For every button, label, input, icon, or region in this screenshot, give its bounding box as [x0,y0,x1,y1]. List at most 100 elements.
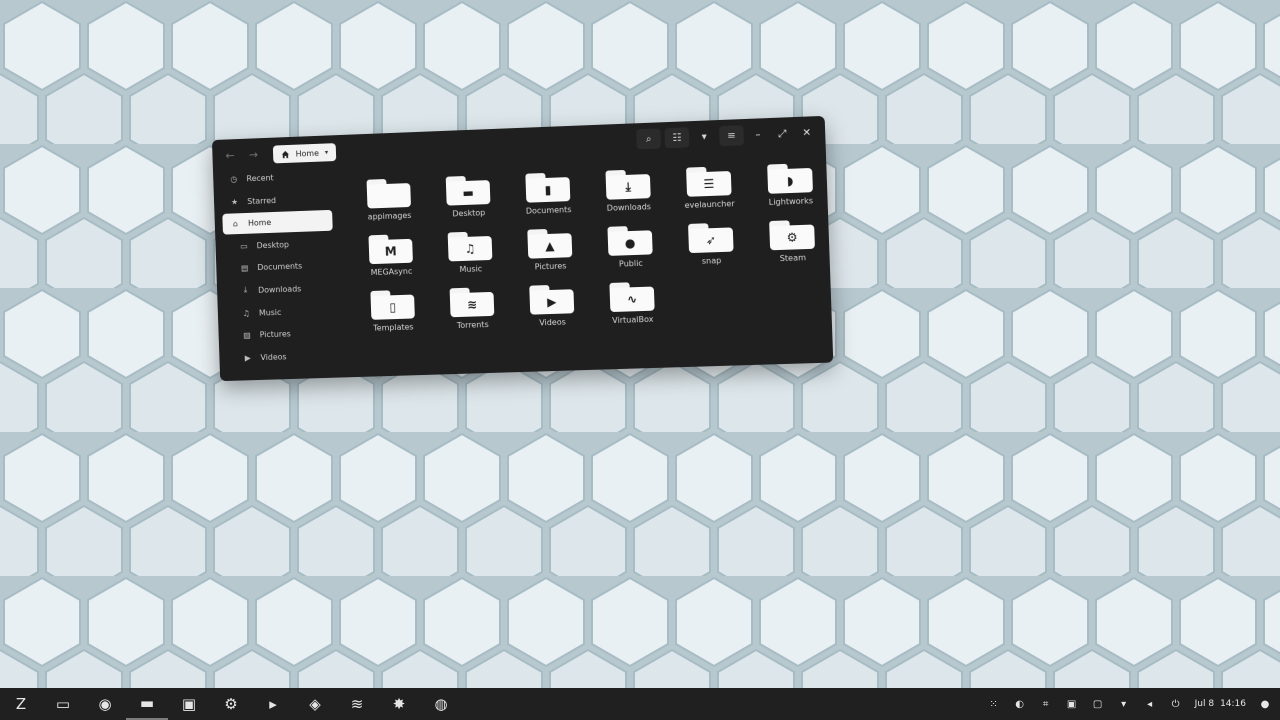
system-tray: ⁙ ◐ ⌗ ▣ ▢ ▾ ◂ ⏻ Jul 8 14:16 ● [987,688,1272,720]
folder-label: Torrents [456,320,489,331]
volume-icon[interactable]: ◂ [1143,699,1157,710]
folder-item-virtualbox[interactable]: ∿ VirtualBox [591,281,673,340]
clock-icon: ◷ [230,174,238,184]
sidebar-item-home[interactable]: ⌂ Home [222,210,333,235]
sidebar-item-pictures[interactable]: ▨ Pictures [226,322,337,346]
folder-item-pictures[interactable]: ▲ Pictures [509,227,591,286]
maximize-button[interactable]: ⤢ [772,123,793,144]
folder-label: MEGAsync [370,266,413,278]
location-breadcrumb[interactable]: Home ▾ [272,143,337,164]
sidebar-item-desktop[interactable]: ▭ Desktop [223,232,333,257]
documents-folder-icon: ▮ [525,172,571,204]
power-icon[interactable]: ⏻ [1169,699,1183,710]
screen-icon[interactable]: ▢ [1091,699,1105,710]
folder-label: Videos [539,317,567,328]
folder-label: Downloads [606,202,652,213]
folder-icon: ◗ [767,163,813,195]
taskbar-launcher: Z ▭ ◉ ▬ ▣ ⚙ ▸ ◈ ≋ ✸ ◍ [0,688,462,720]
sidebar-item-label: Downloads [258,284,302,295]
spotify-icon[interactable]: ≋ [336,688,378,720]
terminal-icon[interactable]: ▸ [252,688,294,720]
folder-item-torrents[interactable]: ≋ Torrents [432,286,514,344]
folder-item-snap[interactable]: ➶ snap [670,222,753,281]
music-note-icon: ♫ [242,308,250,318]
folder-icon: ➶ [688,222,734,254]
view-toggle-button[interactable]: ☷ [664,127,690,149]
sidebar-item-starred[interactable]: ★ Starred [222,188,332,213]
sidebar-item-label: Starred [247,195,277,206]
clock-time: 14:16 [1220,699,1246,709]
workspaces-icon[interactable]: ▭ [42,688,84,720]
folder-item-evelauncher[interactable]: ☰ evelauncher [668,165,751,224]
sidebar-item-label: Videos [260,352,287,362]
folder-label: Lightworks [768,196,814,207]
taskbar: Z ▭ ◉ ▬ ▣ ⚙ ▸ ◈ ≋ ✸ ◍ ⁙ ◐ ⌗ ▣ ▢ ▾ ◂ ⏻ Ju… [0,688,1280,720]
nvidia-settings-icon[interactable]: ◈ [294,688,336,720]
sidebar-item-label: Pictures [259,329,291,340]
sidebar-item-downloads[interactable]: ⤓ Downloads [225,277,336,302]
main-menu-button[interactable]: ≡ [719,125,745,147]
desktop-folder-icon: ▭ [240,241,248,251]
back-button[interactable]: ← [220,146,240,167]
folder-label: VirtualBox [612,314,654,326]
folder-item-downloads[interactable]: ⤓ Downloads [587,168,669,227]
indicator-icon[interactable]: ◐ [1013,699,1027,710]
pictures-folder-icon: ▲ [527,228,573,260]
sidebar-item-recent[interactable]: ◷ Recent [221,165,331,190]
sidebar-item-documents[interactable]: ▤ Documents [224,255,334,280]
picture-icon: ▨ [243,330,251,341]
folder-label: Templates [373,322,414,333]
folder-icon: ∿ [609,281,655,313]
zorin-menu-icon[interactable]: Z [0,688,42,720]
file-manager-window[interactable]: ← → Home ▾ ⌕ ☷ ▾ ≡ – ⤢ ✕ ◷ Recent ★ Star… [211,115,834,382]
close-button[interactable]: ✕ [796,122,817,143]
folder-item-desktop[interactable]: ▬ Desktop [428,174,509,233]
firefox-icon[interactable]: ◉ [84,688,126,720]
downloads-folder-icon: ⤓ [605,169,651,201]
star-icon: ★ [230,197,239,207]
folder-label: Documents [525,205,572,216]
lightworks-icon[interactable]: ✸ [378,688,420,720]
obs-icon[interactable]: ◍ [420,688,462,720]
software-store-icon[interactable]: ▣ [168,688,210,720]
folder-item-steam[interactable]: ⚙ Steam [751,219,833,278]
clipboard-icon[interactable]: ▣ [1065,699,1079,710]
minimize-button[interactable]: – [747,124,768,145]
sidebar-item-music[interactable]: ♫ Music [225,300,336,324]
music-folder-icon: ♫ [447,231,493,262]
folder-item-documents[interactable]: ▮ Documents [507,171,589,230]
files-icon[interactable]: ▬ [126,688,168,720]
folder-label: Steam [779,253,807,264]
sidebar-item-label: Home [247,218,272,228]
clock-date: Jul 8 [1194,699,1215,709]
sidebar-item-videos[interactable]: ▶ Videos [227,345,338,369]
folder-item-appimages[interactable]: appimages [349,177,430,236]
app-grid-icon[interactable]: ⁙ [987,699,1001,710]
notification-dot-icon[interactable]: ● [1258,699,1272,710]
clock[interactable]: Jul 8 14:16 [1195,699,1246,709]
folder-item-megasync[interactable]: M MEGAsync [351,233,432,291]
public-folder-icon: ● [607,225,653,257]
videos-folder-icon: ▶ [529,284,575,315]
sidebar-item-label: Documents [257,261,303,273]
templates-folder-icon: ▯ [370,290,415,321]
folder-item-public[interactable]: ● Public [589,225,671,284]
steam-icon[interactable]: ⚙ [210,688,252,720]
home-icon [281,150,290,158]
sidebar-item-label: Recent [246,173,274,184]
wifi-icon[interactable]: ▾ [1117,699,1131,710]
folder-icon: M [368,234,413,265]
folder-item-lightworks[interactable]: ◗ Lightworks [749,162,832,222]
folder-item-music[interactable]: ♫ Music [430,230,511,289]
view-options-button[interactable]: ▾ [693,126,716,147]
folder-label: evelauncher [684,199,735,210]
home-icon: ⌂ [232,219,238,229]
folder-item-videos[interactable]: ▶ Videos [511,284,593,343]
folder-icon: ⚙ [769,219,815,251]
forward-button[interactable]: → [243,145,263,166]
folder-item-templates[interactable]: ▯ Templates [353,289,434,347]
search-button[interactable]: ⌕ [636,128,662,150]
gamepad-icon[interactable]: ⌗ [1039,699,1053,710]
sidebar-item-label: Desktop [256,239,290,251]
folder-icon: ≋ [449,287,495,318]
